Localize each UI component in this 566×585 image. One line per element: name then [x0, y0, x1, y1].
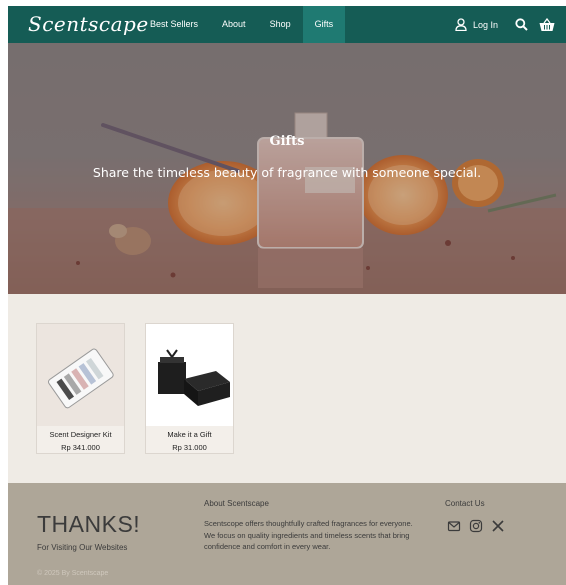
- user-icon: [455, 18, 467, 31]
- product-image-scent-designer-kit: [37, 324, 124, 426]
- instagram-icon[interactable]: [469, 519, 483, 533]
- product-price: Rp 31.000: [172, 443, 207, 452]
- hero-banner: Gifts Share the timeless beauty of fragr…: [8, 43, 566, 294]
- product-name: Make it a Gift: [167, 430, 212, 439]
- logo[interactable]: Scentscape: [28, 11, 149, 37]
- mail-icon[interactable]: [447, 519, 461, 533]
- footer-about-text: Scentscope offers thoughtfully crafted f…: [204, 519, 413, 551]
- footer-thanks: THANKS!: [37, 511, 141, 537]
- nav-item-best-sellers[interactable]: Best Sellers: [138, 6, 210, 43]
- product-image-make-it-a-gift: [146, 324, 233, 426]
- footer: THANKS! For Visiting Our Websites © 2025…: [8, 483, 566, 585]
- main-menu: Best Sellers About Shop Gifts: [138, 6, 346, 43]
- nav-item-about[interactable]: About: [210, 6, 258, 43]
- search-icon: [514, 18, 528, 31]
- social-links: [447, 519, 505, 533]
- hero-subtitle: Share the timeless beauty of fragrance w…: [92, 165, 482, 180]
- basket-icon: [539, 17, 555, 31]
- footer-contact-heading: Contact Us: [445, 499, 485, 508]
- search-button[interactable]: [512, 16, 530, 34]
- nav-actions: Log In: [455, 6, 556, 43]
- product-name: Scent Designer Kit: [49, 430, 112, 439]
- nav-item-shop[interactable]: Shop: [258, 6, 303, 43]
- login-button[interactable]: Log In: [455, 18, 498, 31]
- product-grid: Scent Designer Kit Rp 341.000 Make it a …: [8, 294, 566, 483]
- product-card-scent-designer-kit[interactable]: Scent Designer Kit Rp 341.000: [36, 323, 125, 454]
- x-icon[interactable]: [491, 519, 505, 533]
- product-card-make-it-a-gift[interactable]: Make it a Gift Rp 31.000: [145, 323, 234, 454]
- product-price: Rp 341.000: [61, 443, 100, 452]
- footer-copyright: © 2025 By Scentscape: [37, 570, 109, 577]
- hero-title: Gifts: [269, 134, 305, 149]
- navbar: Scentscape Best Sellers About Shop Gifts…: [8, 6, 566, 43]
- footer-visit-text: For Visiting Our Websites: [37, 543, 128, 552]
- footer-about-heading: About Scentscape: [204, 499, 269, 508]
- login-label: Log In: [472, 19, 498, 30]
- cart-button[interactable]: [538, 16, 556, 34]
- page: Scentscape Best Sellers About Shop Gifts…: [8, 6, 566, 585]
- nav-item-gifts[interactable]: Gifts: [302, 6, 346, 43]
